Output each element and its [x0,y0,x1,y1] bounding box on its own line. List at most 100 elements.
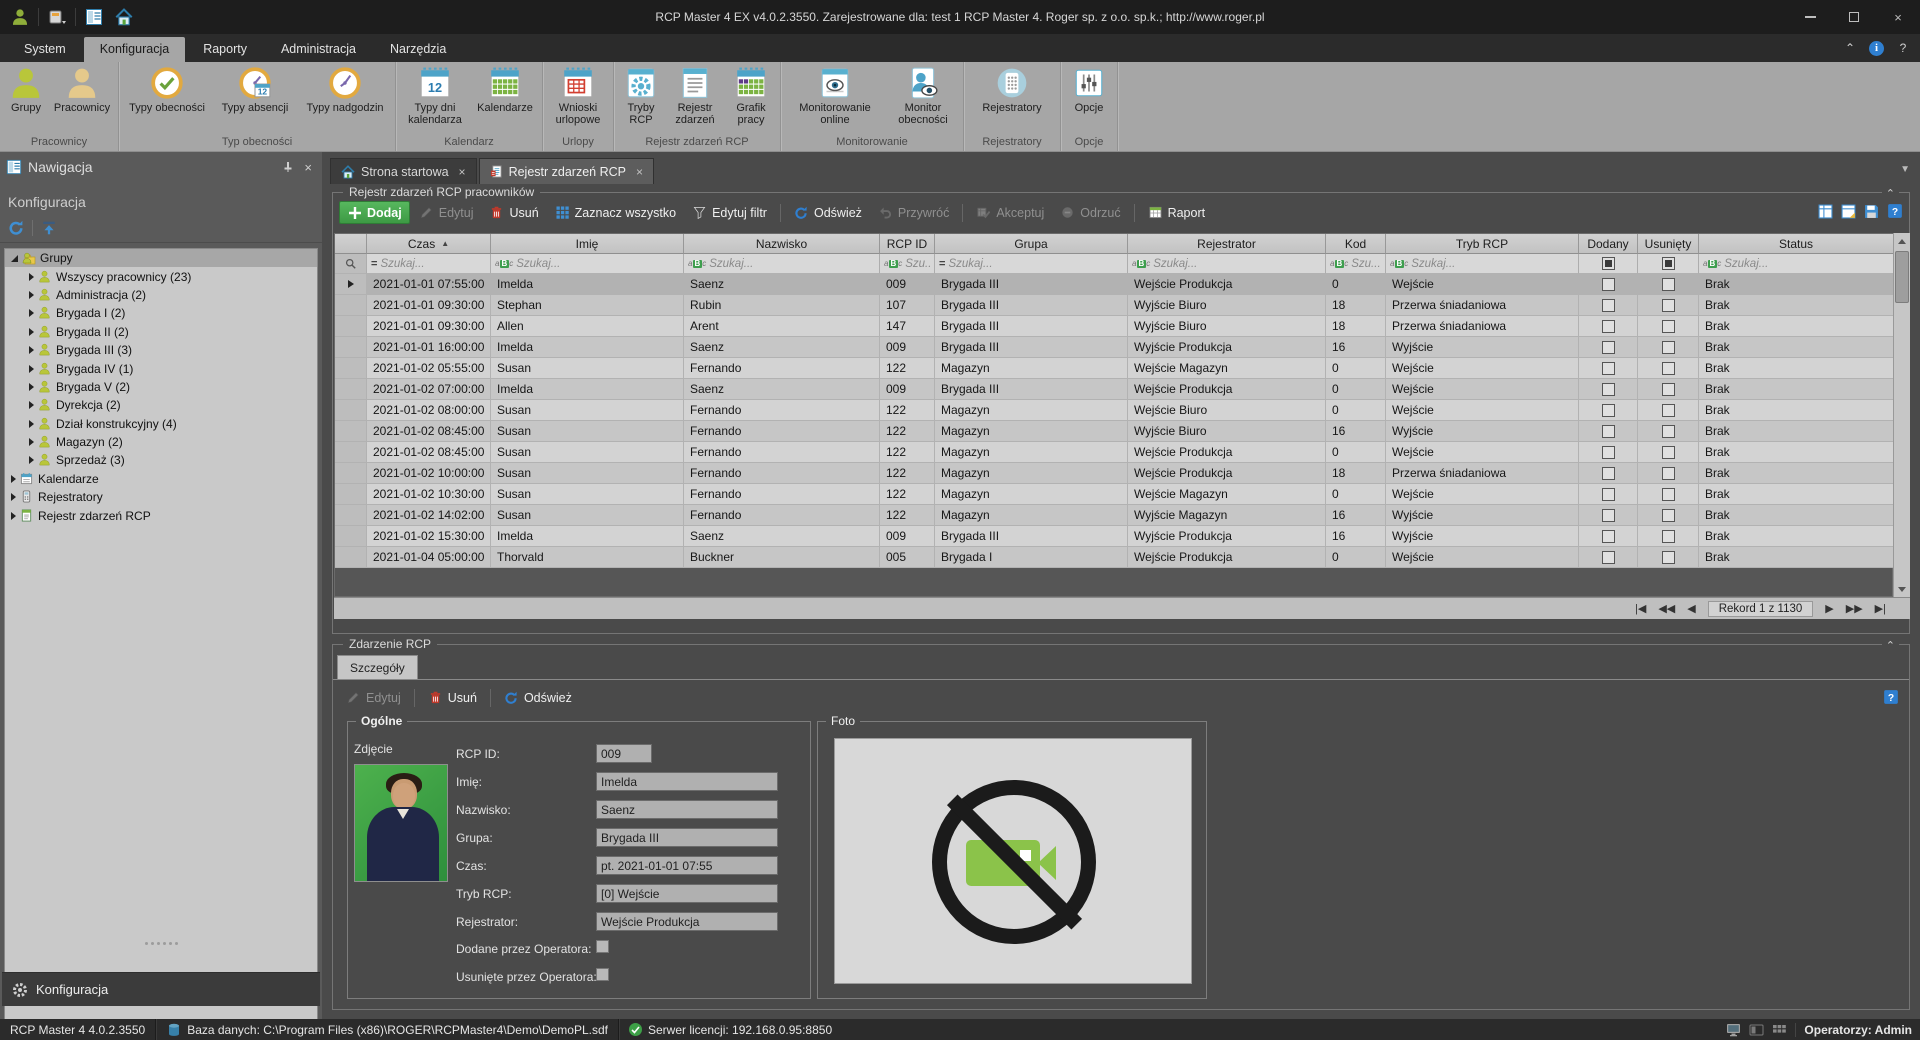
tab-szczegoly[interactable]: Szczegóły [337,655,418,679]
menu-tab-narzedzia[interactable]: Narzędzia [374,37,462,62]
row-checkbox[interactable] [1602,551,1615,564]
collapsed-icon[interactable] [29,401,34,409]
row-checkbox[interactable] [1602,362,1615,375]
row-checkbox[interactable] [1602,467,1615,480]
table-row[interactable]: 2021-01-02 05:55:00SusanFernando122Magaz… [335,358,1892,379]
row-checkbox[interactable] [1662,446,1675,459]
tree-item-wszyscy-pracownicy-23[interactable]: Wszyscy pracownicy (23) [5,267,317,285]
close-tab-icon[interactable]: × [459,165,466,179]
tab-list-dropdown-icon[interactable]: ▼ [1900,164,1910,175]
column-header-nazwisko[interactable]: Nazwisko [684,234,880,254]
tree-item-grupy[interactable]: Grupy [5,249,317,267]
pager-prev-page-button[interactable]: ◀◀ [1654,601,1679,616]
tab-strona-startowa[interactable]: Strona startowa× [330,158,477,184]
column-header-imie[interactable]: Imię [491,234,684,254]
pager-next-button[interactable]: ▶ [1821,601,1837,616]
ribbon-button-kalendarze[interactable]: Kalendarze [471,64,539,134]
filter-cell-nazwisko[interactable]: aBcSzukaj... [684,254,880,274]
ribbon-button-monitor-obecnosci[interactable]: Monitor obecności [886,64,960,134]
abc-filter-icon[interactable]: aBc [1330,260,1348,268]
row-checkbox[interactable] [1602,488,1615,501]
ribbon-button-grafik-pracy[interactable]: Grafik pracy [725,64,777,134]
row-checkbox[interactable] [1662,404,1675,417]
filter-checkbox[interactable] [1662,257,1675,270]
help-icon[interactable]: ? [1894,39,1912,57]
abc-filter-icon[interactable]: aBc [688,260,706,268]
status-database[interactable]: Baza danych: C:\Program Files (x86)\ROGE… [156,1019,619,1040]
row-checkbox[interactable] [1602,509,1615,522]
table-row[interactable]: 2021-01-01 09:30:00StephanRubin107Brygad… [335,295,1892,316]
collapsed-icon[interactable] [29,309,34,317]
menu-tab-administracja[interactable]: Administracja [265,37,372,62]
minimize-button[interactable] [1788,0,1832,34]
column-header-czas[interactable]: Czas▲ [367,234,491,254]
filter-row-indicator[interactable] [335,254,367,274]
collapsed-icon[interactable] [11,512,16,520]
expanded-icon[interactable] [11,255,18,262]
tree-item-brygada-iii-3[interactable]: Brygada III (3) [5,341,317,359]
filter-cell-imie[interactable]: aBcSzukaj... [491,254,684,274]
ribbon-button-rejestratory[interactable]: Rejestratory [967,64,1057,134]
refresh-icon[interactable] [8,220,24,236]
sidebar-item-konfiguracja[interactable]: Konfiguracja [2,972,320,1006]
row-checkbox[interactable] [1602,530,1615,543]
filter-cell-usuniety[interactable] [1638,254,1699,274]
tree-item-brygada-i-2[interactable]: Brygada I (2) [5,304,317,322]
navigation-panel-icon[interactable] [82,5,106,29]
collapsed-icon[interactable] [29,346,34,354]
ribbon-button-grupy[interactable]: Grupy [3,64,49,134]
field-input-imie[interactable] [596,772,778,791]
tree-item-brygada-v-2[interactable]: Brygada V (2) [5,378,317,396]
row-checkbox[interactable] [1662,278,1675,291]
collapse-events-icon[interactable]: ⌃ [1882,187,1899,200]
field-input-rejestrator[interactable] [596,912,778,931]
collapsed-icon[interactable] [11,475,16,483]
table-row[interactable]: 2021-01-02 10:00:00SusanFernando122Magaz… [335,463,1892,484]
column-header-dodany[interactable]: Dodany [1579,234,1638,254]
ribbon-button-opcje[interactable]: Opcje [1064,64,1114,134]
layout-icon[interactable] [1818,204,1833,219]
table-row[interactable]: 2021-01-02 08:45:00SusanFernando122Magaz… [335,421,1892,442]
row-checkbox[interactable] [1662,425,1675,438]
usun-button[interactable]: Usuń [482,202,545,223]
monitor-icon[interactable] [1726,1023,1741,1037]
filter-cell-rcp-id[interactable]: aBcSzu... [880,254,935,274]
zaznacz-wszystko-button[interactable]: Zaznacz wszystko [548,202,683,223]
filter-cell-kod[interactable]: aBcSzu... [1326,254,1386,274]
table-row[interactable]: 2021-01-02 15:30:00ImeldaSaenz009Brygada… [335,526,1892,547]
field-checkbox-dodane-przez-operatora[interactable] [596,940,609,953]
row-indicator-header[interactable] [335,234,367,254]
column-header-tryb-rcp[interactable]: Tryb RCP [1386,234,1579,254]
panel-resize-handle[interactable] [0,942,322,945]
column-header-usuniety[interactable]: Usunięty [1638,234,1699,254]
collapsed-icon[interactable] [29,438,34,446]
menu-tab-konfiguracja[interactable]: Konfiguracja [84,37,186,62]
app-logo-icon[interactable] [8,5,32,29]
row-checkbox[interactable] [1602,383,1615,396]
row-checkbox[interactable] [1602,320,1615,333]
tree-item-brygada-ii-2[interactable]: Brygada II (2) [5,323,317,341]
pager-first-button[interactable]: |◀ [1631,601,1650,616]
column-header-rcp-id[interactable]: RCP ID [880,234,935,254]
tree-item-dzial-konstrukcyjny-4[interactable]: Dział konstrukcyjny (4) [5,415,317,433]
menu-tab-raporty[interactable]: Raporty [187,37,263,62]
grid-icon[interactable] [1772,1023,1787,1037]
row-checkbox[interactable] [1602,425,1615,438]
save-icon[interactable] [1864,204,1879,219]
row-checkbox[interactable] [1662,341,1675,354]
detail-help-icon[interactable]: ? [1883,689,1899,705]
abc-filter-icon[interactable]: aBc [1390,260,1408,268]
table-row[interactable]: 2021-01-02 08:00:00SusanFernando122Magaz… [335,400,1892,421]
filter-cell-rejestrator[interactable]: aBcSzukaj... [1128,254,1326,274]
collapsed-icon[interactable] [29,420,34,428]
close-tab-icon[interactable]: × [636,165,643,179]
collapsed-icon[interactable] [11,493,16,501]
column-header-grupa[interactable]: Grupa [935,234,1128,254]
collapsed-icon[interactable] [29,328,34,336]
filter-cell-czas[interactable]: =Szukaj... [367,254,491,274]
filter-checkbox[interactable] [1602,257,1615,270]
ribbon-button-typy-nadgodzin[interactable]: Typy nadgodzin [298,64,392,134]
odswiez-button[interactable]: Odśwież [787,202,869,223]
row-checkbox[interactable] [1662,530,1675,543]
column-header-kod[interactable]: Kod [1326,234,1386,254]
